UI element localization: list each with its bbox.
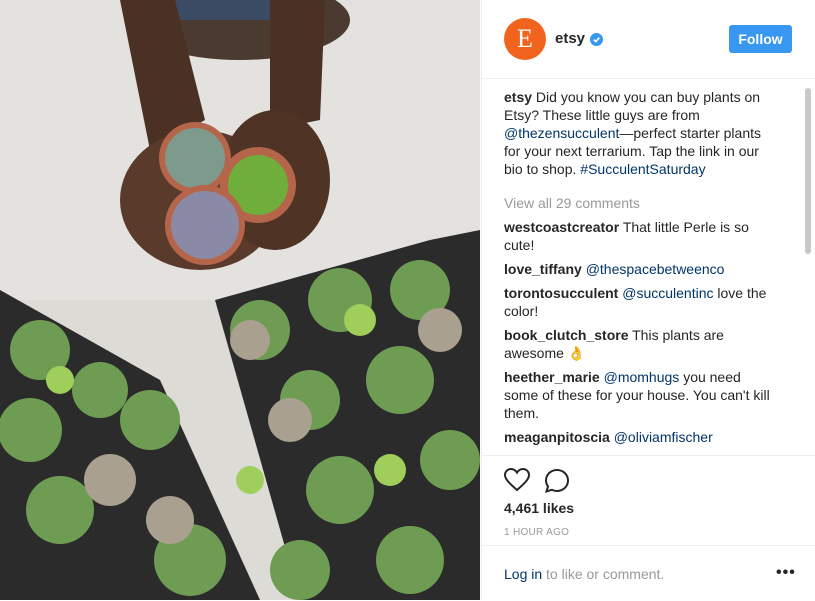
post-header: E etsy Follow <box>482 0 815 79</box>
post-timestamp[interactable]: 1 HOUR AGO <box>504 527 569 538</box>
caption-username[interactable]: etsy <box>504 89 532 105</box>
caption: etsy Did you know you can buy plants on … <box>504 88 776 178</box>
verified-badge-icon <box>590 33 603 46</box>
post-photo <box>0 0 480 600</box>
post-username[interactable]: etsy <box>555 30 585 47</box>
more-options-icon[interactable]: ••• <box>776 564 796 582</box>
comment-mention[interactable]: @oliviamfischer <box>614 429 713 445</box>
comment-item: meaganpitoscia @oliviamfischer <box>504 428 776 446</box>
comment-item: torontosucculent @succulentinc love the … <box>504 284 776 320</box>
comment-item: love_tiffany @thespacebetweenco <box>504 260 776 278</box>
post-footer: Log in to like or comment. ••• <box>482 545 815 601</box>
view-all-comments[interactable]: View all 29 comments <box>504 194 776 212</box>
login-text: to like or comment. <box>542 566 665 582</box>
comment-mention[interactable]: @momhugs <box>604 369 680 385</box>
likes-count[interactable]: 4,461 likes <box>504 500 574 516</box>
comment-mention[interactable]: @thespacebetweenco <box>586 261 725 277</box>
post-panel: E etsy Follow etsy Did you know you can … <box>481 0 815 600</box>
comment-item: heether_marie @momhugs you need some of … <box>504 368 776 422</box>
login-link[interactable]: Log in <box>504 566 542 582</box>
comment-username[interactable]: love_tiffany <box>504 261 582 277</box>
comments-scrollbar[interactable] <box>804 88 812 454</box>
scrollbar-thumb[interactable] <box>805 88 811 254</box>
comment-username[interactable]: westcoastcreator <box>504 219 619 235</box>
succulents-photo <box>0 0 480 600</box>
post-actions: 4,461 likes 1 HOUR AGO <box>482 455 815 546</box>
comment-username[interactable]: meaganpitoscia <box>504 429 610 445</box>
comment-item: westcoastcreator That little Perle is so… <box>504 218 776 254</box>
avatar-letter: E <box>517 24 533 53</box>
caption-mention[interactable]: @thezensucculent <box>504 125 619 141</box>
comment-item: book_clutch_store This plants are awesom… <box>504 326 776 362</box>
caption-text-1: Did you know you can buy plants on Etsy?… <box>504 89 761 123</box>
comment-username[interactable]: torontosucculent <box>504 285 618 301</box>
caption-hashtag[interactable]: #SucculentSaturday <box>580 161 705 177</box>
comment-username[interactable]: book_clutch_store <box>504 327 628 343</box>
follow-button[interactable]: Follow <box>729 25 792 53</box>
comment-mention[interactable]: @succulentinc <box>622 285 713 301</box>
comment-icon[interactable] <box>544 468 570 494</box>
login-prompt: Log in to like or comment. <box>504 566 664 582</box>
comment-username[interactable]: heether_marie <box>504 369 600 385</box>
avatar[interactable]: E <box>504 18 546 60</box>
comments-list[interactable]: etsy Did you know you can buy plants on … <box>504 88 776 454</box>
heart-icon[interactable] <box>504 468 530 492</box>
